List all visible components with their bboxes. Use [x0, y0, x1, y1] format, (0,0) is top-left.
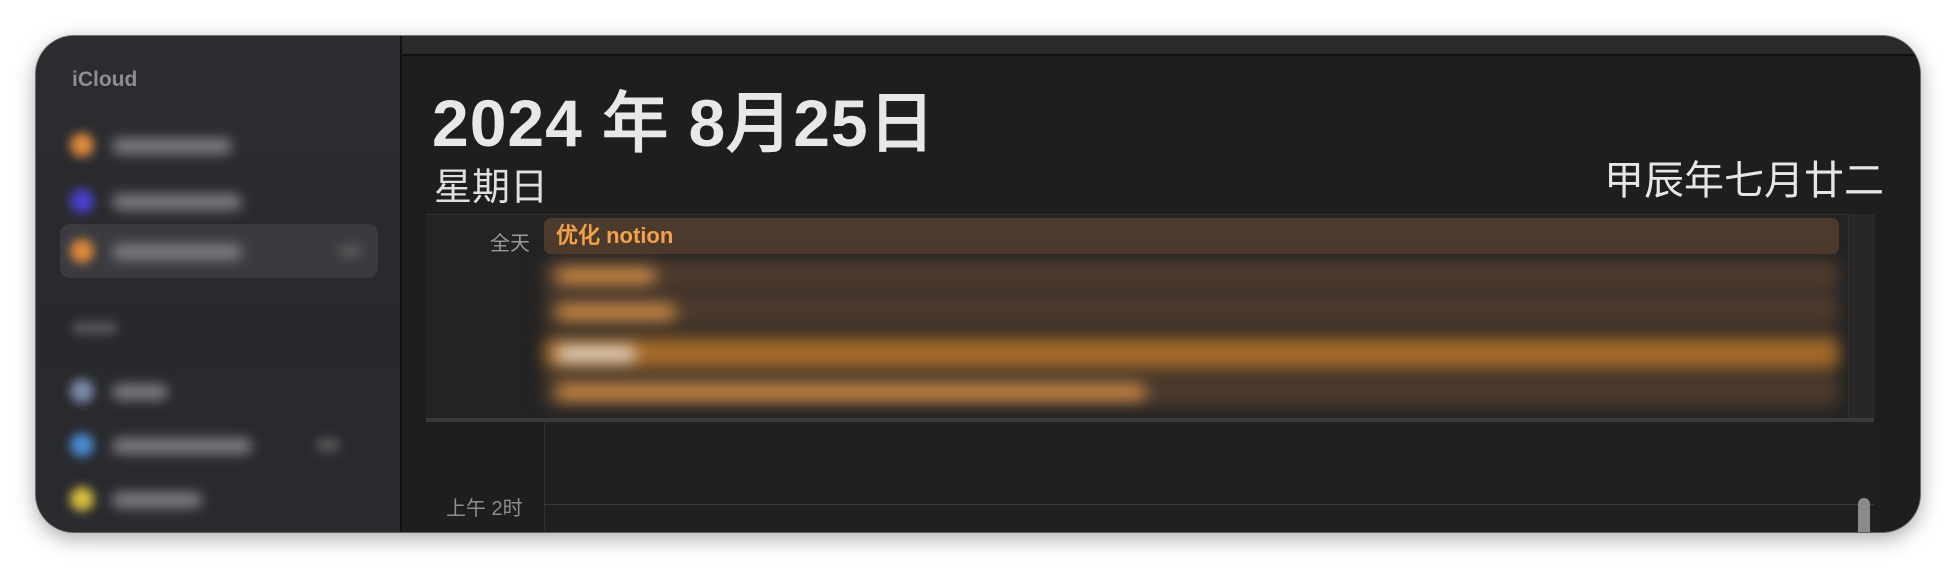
all-day-scroll-track[interactable] [1848, 214, 1875, 418]
calendar-window: iCloud 2024 年 8月25日 星期日 甲辰年七月廿二 全天 优化 no… [36, 36, 1920, 532]
time-gutter: 上午 2时 [426, 422, 545, 532]
calendar-color-icon[interactable] [70, 487, 94, 511]
sidebar-section-icloud: iCloud [72, 68, 138, 91]
sidebar-calendar-item[interactable] [60, 174, 356, 228]
calendar-name-blurred [112, 244, 242, 260]
lunar-date-label: 甲辰年七月廿二 [1604, 159, 1884, 203]
sidebar-calendar-item[interactable] [60, 118, 356, 172]
hour-gridline [544, 504, 1874, 505]
vertical-scrollbar[interactable] [1858, 498, 1870, 532]
all-day-event[interactable]: 优化 notion [544, 218, 1839, 254]
calendar-color-icon[interactable] [70, 133, 94, 157]
calendar-name-blurred [112, 138, 232, 154]
share-icon[interactable] [316, 438, 340, 452]
calendar-name-blurred [112, 492, 202, 508]
all-day-events-blurred[interactable] [544, 259, 1839, 411]
sidebar-section-blurred [72, 322, 118, 334]
sidebar-calendar-item[interactable] [60, 364, 356, 418]
calendar-color-icon[interactable] [70, 433, 94, 457]
sidebar-calendar-item-selected[interactable] [60, 224, 378, 278]
calendar-name-blurred [112, 384, 168, 400]
date-title: 2024 年 8月25日 [432, 86, 936, 160]
toolbar-strip [402, 36, 1920, 56]
day-column[interactable] [544, 422, 1874, 532]
sidebar-calendar-item[interactable] [60, 472, 356, 526]
day-view: 2024 年 8月25日 星期日 甲辰年七月廿二 全天 优化 notion 上午… [402, 36, 1920, 532]
calendar-color-icon[interactable] [70, 239, 94, 263]
calendar-name-blurred [112, 194, 242, 210]
sidebar: iCloud [36, 36, 400, 532]
weekday-label: 星期日 [434, 167, 549, 209]
all-day-section: 全天 优化 notion [426, 214, 1866, 419]
share-icon[interactable] [338, 244, 362, 258]
calendar-color-icon[interactable] [70, 379, 94, 403]
all-day-label: 全天 [490, 233, 530, 255]
sidebar-calendar-item[interactable] [60, 418, 356, 472]
timeline-area: 上午 2时 [426, 422, 1874, 532]
calendar-color-icon[interactable] [70, 189, 94, 213]
calendar-name-blurred [112, 438, 252, 454]
hour-label: 上午 2时 [446, 498, 523, 520]
